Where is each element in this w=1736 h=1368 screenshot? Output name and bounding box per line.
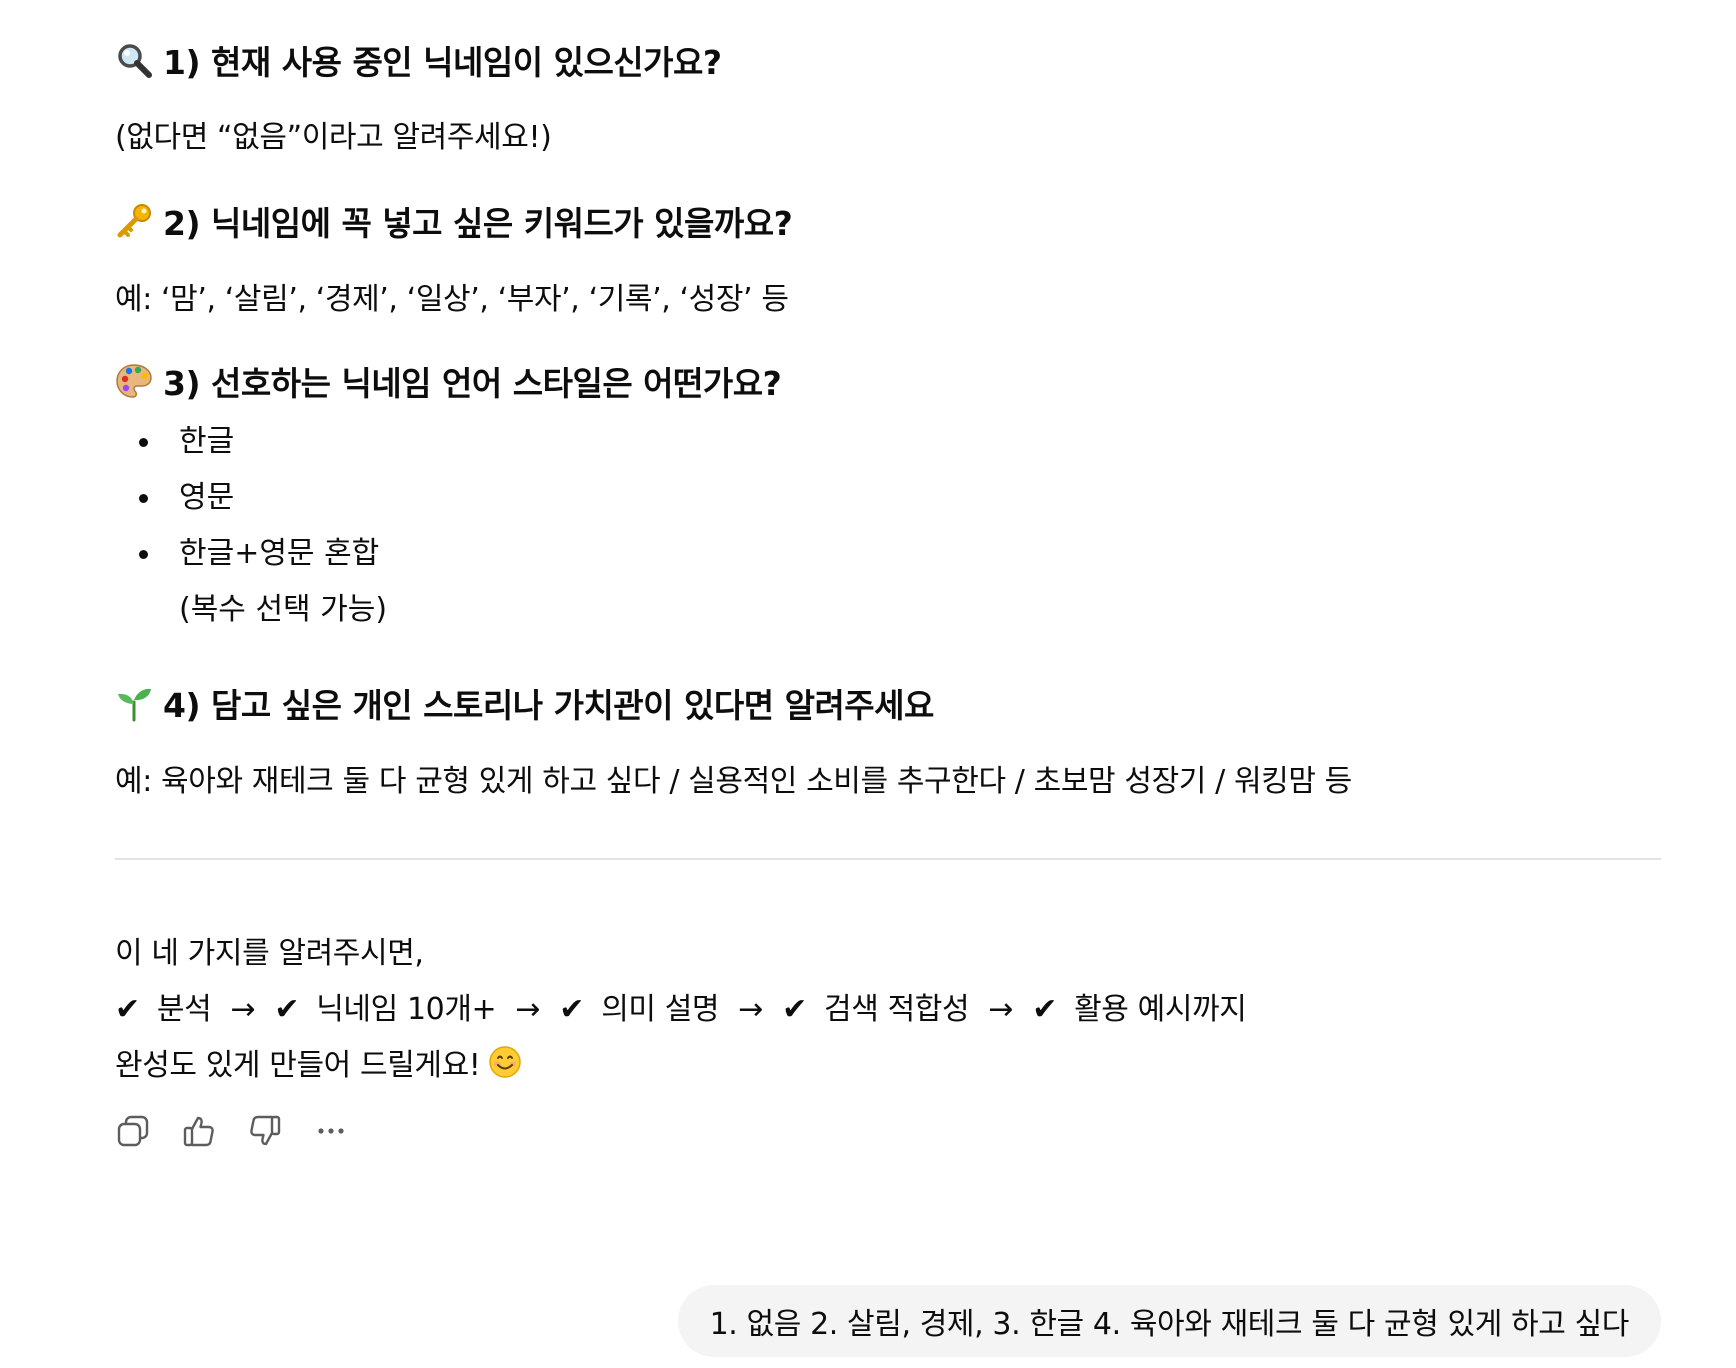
copy-button[interactable] — [115, 1115, 151, 1151]
seedling-icon — [115, 684, 153, 722]
step-label: 검색 적합성 — [824, 992, 970, 1027]
check-icon: ✔ — [115, 992, 140, 1027]
arrow-icon: → — [988, 992, 1014, 1027]
user-message-bubble: 1. 없음 2. 살림, 경제, 3. 한글 4. 육아와 재테크 둘 다 균형… — [677, 1285, 1661, 1357]
bullet-dot — [139, 438, 148, 447]
copy-icon — [116, 1114, 150, 1152]
check-icon: ✔ — [559, 992, 585, 1027]
smiling-face-icon — [488, 1045, 522, 1079]
question-4-text: 4) 담고 싶은 개인 스토리나 가치관이 있다면 알려주세요 — [163, 686, 934, 725]
option-label: 한글+영문 혼합 — [179, 536, 380, 571]
divider — [115, 858, 1661, 860]
question-4-detail: 예: 육아와 재테크 둘 다 균형 있게 하고 싶다 / 실용적인 소비를 추구… — [115, 764, 1352, 799]
check-icon: ✔ — [782, 992, 807, 1027]
message-actions — [115, 1115, 349, 1151]
thumbs-up-icon — [182, 1114, 216, 1152]
question-1-text: 1) 현재 사용 중인 닉네임이 있으신가요? — [163, 43, 722, 82]
key-icon — [115, 202, 153, 240]
user-message-text: 1. 없음 2. 살림, 경제, 3. 한글 4. 육아와 재테크 둘 다 균형… — [709, 1307, 1630, 1342]
list-note: (복수 선택 가능) — [115, 582, 387, 638]
list-item: 한글 — [115, 414, 387, 470]
arrow-icon: → — [515, 992, 541, 1027]
option-label: 영문 — [179, 480, 235, 515]
step-label: 닉네임 10개+ — [316, 992, 497, 1027]
question-3-heading: 3) 선호하는 닉네임 언어 스타일은 어떤가요? — [115, 357, 782, 405]
arrow-icon: → — [230, 992, 256, 1027]
thumbs-up-button[interactable] — [181, 1115, 217, 1151]
palette-icon — [115, 362, 153, 400]
check-icon: ✔ — [1032, 992, 1057, 1027]
question-3-text: 3) 선호하는 닉네임 언어 스타일은 어떤가요? — [163, 364, 782, 403]
question-1-detail: (없다면 “없음”이라고 알려주세요!) — [115, 120, 552, 155]
thumbs-down-button[interactable] — [247, 1115, 283, 1151]
closing-steps: ✔ 분석 → ✔ 닉네임 10개+ → ✔ 의미 설명 → ✔ 검색 적합성 →… — [115, 984, 1247, 1028]
question-2-detail: 예: ‘맘’, ‘살림’, ‘경제’, ‘일상’, ‘부자’, ‘기록’, ‘성… — [115, 282, 789, 317]
question-1-heading: 1) 현재 사용 중인 닉네임이 있으신가요? — [115, 36, 722, 84]
step-label: 활용 예시까지 — [1074, 992, 1247, 1027]
option-note: (복수 선택 가능) — [179, 592, 388, 627]
option-label: 한글 — [179, 424, 235, 459]
question-2-heading: 2) 닉네임에 꼭 넣고 싶은 키워드가 있을까요? — [115, 197, 793, 245]
question-2-text: 2) 닉네임에 꼭 넣고 싶은 키워드가 있을까요? — [163, 204, 793, 243]
language-style-options: 한글 영문 한글+영문 혼합 (복수 선택 가능) — [115, 414, 387, 638]
magnifier-icon — [115, 41, 153, 79]
thumbs-down-icon — [248, 1114, 282, 1152]
arrow-icon: → — [738, 992, 764, 1027]
bullet-dot — [139, 550, 148, 559]
check-icon: ✔ — [274, 992, 300, 1027]
question-4-heading: 4) 담고 싶은 개인 스토리나 가치관이 있다면 알려주세요 — [115, 679, 934, 727]
more-button[interactable] — [313, 1115, 349, 1151]
closing-line-3: 완성도 있게 만들어 드릴게요! — [115, 1040, 522, 1084]
list-item: 영문 — [115, 470, 387, 526]
step-label: 분석 — [156, 992, 212, 1027]
closing-text: 완성도 있게 만들어 드릴게요! — [115, 1048, 481, 1083]
list-item: 한글+영문 혼합 — [115, 526, 387, 582]
more-icon — [314, 1114, 348, 1152]
closing-line-1: 이 네 가지를 알려주시면, — [115, 936, 424, 971]
bullet-dot — [139, 494, 148, 503]
step-label: 의미 설명 — [601, 992, 720, 1027]
